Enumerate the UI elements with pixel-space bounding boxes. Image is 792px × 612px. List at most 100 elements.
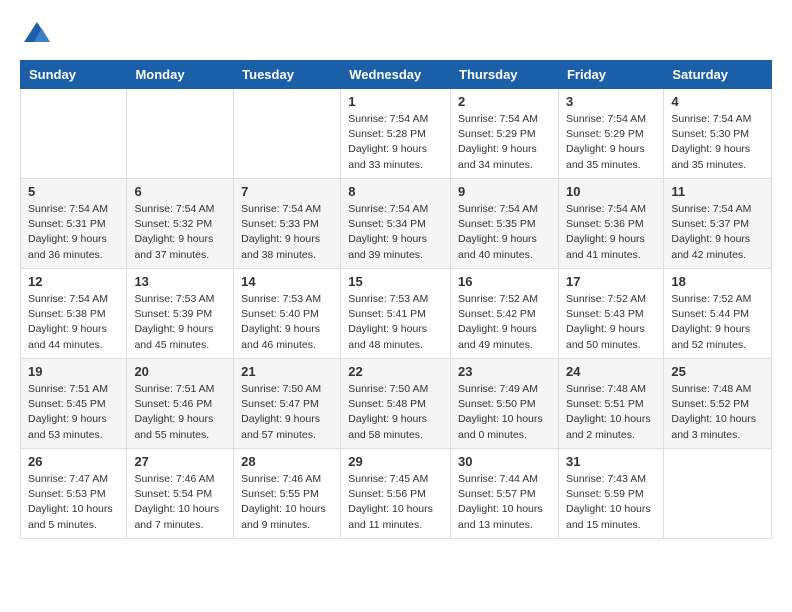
column-header-friday: Friday — [558, 61, 663, 89]
calendar-cell: 16 Sunrise: 7:52 AM Sunset: 5:42 PM Dayli… — [451, 269, 559, 359]
day-info: Sunrise: 7:54 AM Sunset: 5:28 PM Dayligh… — [348, 112, 443, 173]
page-header — [20, 20, 772, 50]
day-info: Sunrise: 7:54 AM Sunset: 5:36 PM Dayligh… — [566, 202, 656, 263]
calendar-cell: 19Sunrise: 7:51 AM Sunset: 5:45 PM Dayli… — [21, 359, 127, 449]
day-number: 4 — [671, 94, 764, 109]
day-number: 8 — [348, 184, 443, 199]
calendar-cell: 4 Sunrise: 7:54 AM Sunset: 5:30 PM Daylig… — [664, 89, 772, 179]
calendar-cell: 29 Sunrise: 7:45 AM Sunset: 5:56 PM Dayli… — [341, 449, 451, 539]
day-number: 15 — [348, 274, 443, 289]
day-info: Sunrise: 7:50 AM Sunset: 5:48 PM Dayligh… — [348, 382, 443, 443]
day-info: Sunrise: 7:54 AM Sunset: 5:38 PM Dayligh… — [28, 292, 119, 353]
day-info: Sunrise: 7:49 AM Sunset: 5:50 PM Dayligh… — [458, 382, 551, 443]
day-info: Sunrise: 7:46 AM Sunset: 5:55 PM Dayligh… — [241, 472, 333, 533]
day-number: 3 — [566, 94, 656, 109]
day-info: Sunrise: 7:51 AM Sunset: 5:46 PM Dayligh… — [134, 382, 226, 443]
day-number: 5 — [28, 184, 119, 199]
calendar-week-row: 19Sunrise: 7:51 AM Sunset: 5:45 PM Dayli… — [21, 359, 772, 449]
day-info: Sunrise: 7:54 AM Sunset: 5:32 PM Dayligh… — [134, 202, 226, 263]
calendar-cell: 8 Sunrise: 7:54 AM Sunset: 5:34 PM Daylig… — [341, 179, 451, 269]
day-number: 13 — [134, 274, 226, 289]
day-info: Sunrise: 7:54 AM Sunset: 5:37 PM Dayligh… — [671, 202, 764, 263]
day-number: 14 — [241, 274, 333, 289]
day-info: Sunrise: 7:48 AM Sunset: 5:51 PM Dayligh… — [566, 382, 656, 443]
calendar-week-row: 1Sunrise: 7:54 AM Sunset: 5:28 PM Daylig… — [21, 89, 772, 179]
day-number: 25 — [671, 364, 764, 379]
day-number: 31 — [566, 454, 656, 469]
calendar-cell — [21, 89, 127, 179]
day-info: Sunrise: 7:54 AM Sunset: 5:34 PM Dayligh… — [348, 202, 443, 263]
calendar-cell: 15 Sunrise: 7:53 AM Sunset: 5:41 PM Dayli… — [341, 269, 451, 359]
column-header-sunday: Sunday — [21, 61, 127, 89]
calendar-cell: 31 Sunrise: 7:43 AM Sunset: 5:59 PM Dayli… — [558, 449, 663, 539]
day-number: 7 — [241, 184, 333, 199]
calendar-cell — [234, 89, 341, 179]
day-info: Sunrise: 7:53 AM Sunset: 5:41 PM Dayligh… — [348, 292, 443, 353]
calendar-cell: 25Sunrise: 7:48 AM Sunset: 5:52 PM Dayli… — [664, 359, 772, 449]
calendar-cell: 10 Sunrise: 7:54 AM Sunset: 5:36 PM Dayli… — [558, 179, 663, 269]
calendar-cell: 1Sunrise: 7:54 AM Sunset: 5:28 PM Daylig… — [341, 89, 451, 179]
calendar-cell: 9Sunrise: 7:54 AM Sunset: 5:35 PM Daylig… — [451, 179, 559, 269]
day-info: Sunrise: 7:47 AM Sunset: 5:53 PM Dayligh… — [28, 472, 119, 533]
calendar-cell: 23 Sunrise: 7:49 AM Sunset: 5:50 PM Dayli… — [451, 359, 559, 449]
calendar-cell — [664, 449, 772, 539]
day-info: Sunrise: 7:52 AM Sunset: 5:44 PM Dayligh… — [671, 292, 764, 353]
day-number: 29 — [348, 454, 443, 469]
calendar-cell: 13 Sunrise: 7:53 AM Sunset: 5:39 PM Dayli… — [127, 269, 234, 359]
calendar-cell: 21 Sunrise: 7:50 AM Sunset: 5:47 PM Dayli… — [234, 359, 341, 449]
day-number: 6 — [134, 184, 226, 199]
day-number: 2 — [458, 94, 551, 109]
column-header-wednesday: Wednesday — [341, 61, 451, 89]
calendar-week-row: 5 Sunrise: 7:54 AM Sunset: 5:31 PM Daylig… — [21, 179, 772, 269]
day-info: Sunrise: 7:54 AM Sunset: 5:29 PM Dayligh… — [566, 112, 656, 173]
day-info: Sunrise: 7:50 AM Sunset: 5:47 PM Dayligh… — [241, 382, 333, 443]
day-number: 21 — [241, 364, 333, 379]
calendar-cell: 7 Sunrise: 7:54 AM Sunset: 5:33 PM Daylig… — [234, 179, 341, 269]
calendar-table: SundayMondayTuesdayWednesdayThursdayFrid… — [20, 60, 772, 539]
day-info: Sunrise: 7:44 AM Sunset: 5:57 PM Dayligh… — [458, 472, 551, 533]
day-info: Sunrise: 7:54 AM Sunset: 5:30 PM Dayligh… — [671, 112, 764, 173]
calendar-cell: 30 Sunrise: 7:44 AM Sunset: 5:57 PM Dayli… — [451, 449, 559, 539]
day-number: 20 — [134, 364, 226, 379]
day-info: Sunrise: 7:52 AM Sunset: 5:42 PM Dayligh… — [458, 292, 551, 353]
day-info: Sunrise: 7:43 AM Sunset: 5:59 PM Dayligh… — [566, 472, 656, 533]
calendar-cell: 22 Sunrise: 7:50 AM Sunset: 5:48 PM Dayli… — [341, 359, 451, 449]
day-number: 16 — [458, 274, 551, 289]
day-number: 28 — [241, 454, 333, 469]
calendar-cell: 3 Sunrise: 7:54 AM Sunset: 5:29 PM Daylig… — [558, 89, 663, 179]
day-info: Sunrise: 7:54 AM Sunset: 5:29 PM Dayligh… — [458, 112, 551, 173]
day-info: Sunrise: 7:54 AM Sunset: 5:33 PM Dayligh… — [241, 202, 333, 263]
logo — [20, 20, 52, 50]
logo-icon — [22, 20, 52, 50]
calendar-cell: 14 Sunrise: 7:53 AM Sunset: 5:40 PM Dayli… — [234, 269, 341, 359]
day-number: 30 — [458, 454, 551, 469]
day-number: 18 — [671, 274, 764, 289]
day-number: 24 — [566, 364, 656, 379]
calendar-cell: 20 Sunrise: 7:51 AM Sunset: 5:46 PM Dayli… — [127, 359, 234, 449]
day-number: 17 — [566, 274, 656, 289]
day-number: 12 — [28, 274, 119, 289]
day-info: Sunrise: 7:53 AM Sunset: 5:40 PM Dayligh… — [241, 292, 333, 353]
day-number: 23 — [458, 364, 551, 379]
day-number: 10 — [566, 184, 656, 199]
calendar-cell: 17Sunrise: 7:52 AM Sunset: 5:43 PM Dayli… — [558, 269, 663, 359]
calendar-cell: 6 Sunrise: 7:54 AM Sunset: 5:32 PM Daylig… — [127, 179, 234, 269]
calendar-cell: 11 Sunrise: 7:54 AM Sunset: 5:37 PM Dayli… — [664, 179, 772, 269]
calendar-cell: 27 Sunrise: 7:46 AM Sunset: 5:54 PM Dayli… — [127, 449, 234, 539]
column-header-thursday: Thursday — [451, 61, 559, 89]
calendar-header-row: SundayMondayTuesdayWednesdayThursdayFrid… — [21, 61, 772, 89]
day-number: 22 — [348, 364, 443, 379]
calendar-week-row: 12 Sunrise: 7:54 AM Sunset: 5:38 PM Dayli… — [21, 269, 772, 359]
day-number: 27 — [134, 454, 226, 469]
calendar-cell — [127, 89, 234, 179]
calendar-cell: 5 Sunrise: 7:54 AM Sunset: 5:31 PM Daylig… — [21, 179, 127, 269]
column-header-monday: Monday — [127, 61, 234, 89]
day-number: 19 — [28, 364, 119, 379]
day-number: 9 — [458, 184, 551, 199]
day-info: Sunrise: 7:54 AM Sunset: 5:31 PM Dayligh… — [28, 202, 119, 263]
column-header-saturday: Saturday — [664, 61, 772, 89]
day-info: Sunrise: 7:45 AM Sunset: 5:56 PM Dayligh… — [348, 472, 443, 533]
day-number: 11 — [671, 184, 764, 199]
day-info: Sunrise: 7:46 AM Sunset: 5:54 PM Dayligh… — [134, 472, 226, 533]
day-info: Sunrise: 7:53 AM Sunset: 5:39 PM Dayligh… — [134, 292, 226, 353]
